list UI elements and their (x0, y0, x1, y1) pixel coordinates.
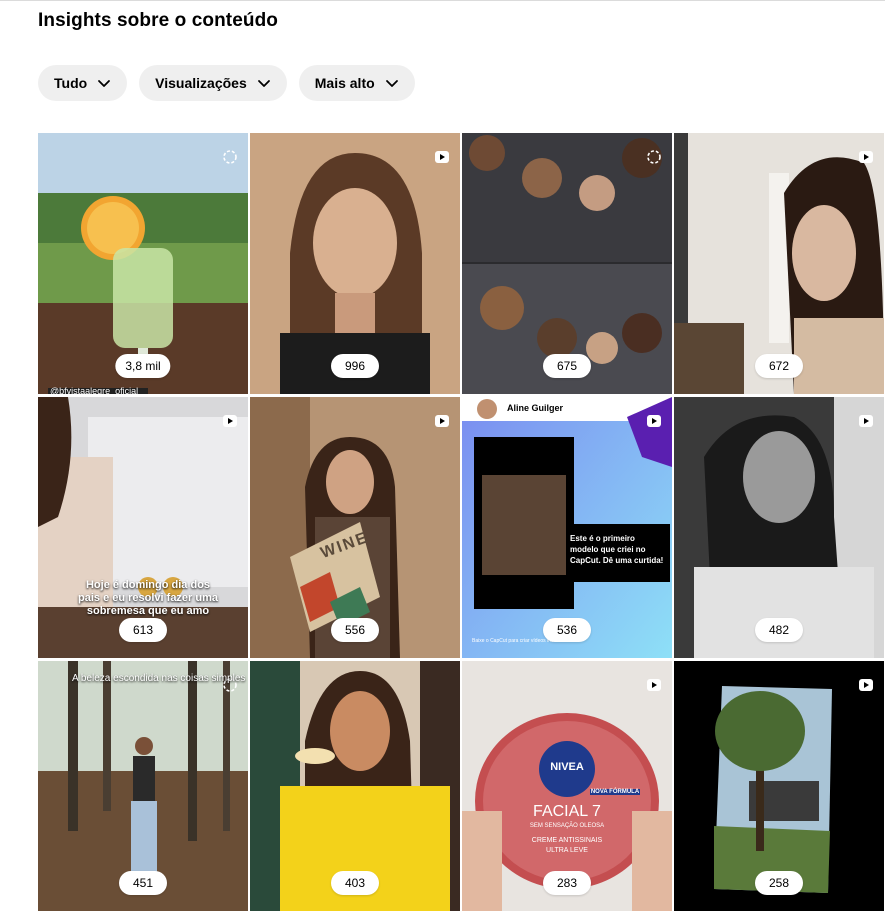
views-count: 675 (543, 354, 591, 378)
reel-icon (859, 679, 873, 691)
chevron-down-icon (385, 80, 398, 87)
views-count: 451 (119, 871, 167, 895)
filter-label: Visualizações (155, 75, 247, 91)
post-tile[interactable]: 996 (250, 133, 460, 394)
carousel-icon (647, 150, 661, 164)
chevron-down-icon (257, 80, 270, 87)
reel-icon (435, 415, 449, 427)
views-count: 536 (543, 618, 591, 642)
post-tile[interactable]: @bfvistaalegre_oficial 3,8 mil (38, 133, 248, 394)
filter-sort[interactable]: Mais alto (298, 65, 415, 101)
reel-icon (647, 415, 661, 427)
reel-icon (859, 151, 873, 163)
views-count: 403 (331, 871, 379, 895)
content-grid: @bfvistaalegre_oficial 3,8 mil 996 675 6… (38, 133, 885, 911)
post-tile[interactable]: A beleza escondida nas coisas simples 45… (38, 661, 248, 911)
views-count: 556 (331, 618, 379, 642)
reel-icon (223, 415, 237, 427)
views-count: 3,8 mil (115, 354, 171, 378)
reel-icon (647, 679, 661, 691)
post-tile[interactable]: WINE 556 (250, 397, 460, 658)
post-tile[interactable]: NIVEA NOVA FÓRMULA FACIAL 7 SEM SENSAÇÃO… (462, 661, 672, 911)
views-count: 283 (543, 871, 591, 895)
views-count: 672 (755, 354, 803, 378)
post-tile[interactable]: Hoje é domingo dia dos pais e eu resolvi… (38, 397, 248, 658)
carousel-icon (223, 150, 237, 164)
author-name: Aline Guilger (507, 403, 564, 413)
post-tile[interactable]: Aline Guilger Este é o primeiro modelo q… (462, 397, 672, 658)
post-tile[interactable]: 675 (462, 133, 672, 394)
views-count: 258 (755, 871, 803, 895)
post-tile[interactable]: 403 (250, 661, 460, 911)
post-caption: @bfvistaalegre_oficial (50, 386, 139, 394)
post-caption: A beleza escondida nas coisas simples (72, 673, 246, 684)
reel-icon (435, 151, 449, 163)
post-tile[interactable]: 672 (674, 133, 884, 394)
post-tile[interactable]: 258 (674, 661, 884, 911)
product-sub: SEM SENSAÇÃO OLEOSA (529, 823, 605, 829)
page-title: Insights sobre o conteúdo (38, 10, 279, 31)
product-line2: ULTRA LEVE (546, 847, 588, 854)
filter-bar: Tudo Visualizações Mais alto (38, 65, 415, 101)
post-tile[interactable]: 482 (674, 397, 884, 658)
views-count: 482 (755, 618, 803, 642)
post-caption: Este é o primeiro modelo que criei no Ca… (570, 534, 664, 565)
product-name: FACIAL 7 (533, 803, 601, 820)
filter-metric[interactable]: Visualizações (139, 65, 287, 101)
product-line1: CREME ANTISSINAIS (531, 837, 603, 844)
filter-label: Mais alto (314, 75, 375, 91)
filter-content-type[interactable]: Tudo (38, 65, 128, 101)
brand-label: NIVEA (550, 761, 584, 773)
views-count: 613 (119, 618, 167, 642)
product-tag: NOVA FÓRMULA (590, 789, 640, 795)
views-count: 996 (331, 354, 379, 378)
chevron-down-icon (98, 80, 111, 87)
reel-icon (859, 415, 873, 427)
filter-label: Tudo (54, 75, 88, 91)
top-divider (0, 0, 885, 1)
